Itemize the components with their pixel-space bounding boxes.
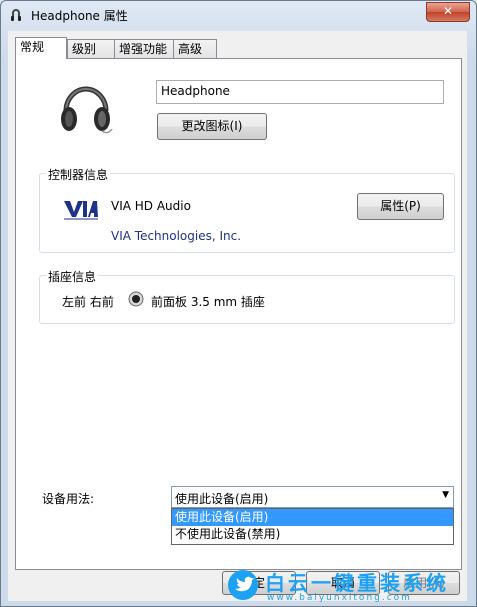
controller-vendor-link[interactable]: VIA Technologies, Inc. <box>111 229 241 243</box>
dialog-body: 常规 级别 增强功能 高级 Headphone 更改图标(I) 控制器信息 VI… <box>8 31 467 601</box>
tab-general[interactable]: 常规 <box>15 37 67 59</box>
via-logo-icon <box>64 201 98 220</box>
change-icon-label: 更改图标(I) <box>181 119 243 133</box>
jack-location: 前面板 3.5 mm 插座 <box>151 295 265 309</box>
general-panel: Headphone 更改图标(I) 控制器信息 VIA HD Audio VIA… <box>15 58 462 570</box>
tab-advanced[interactable]: 高级 <box>173 39 217 58</box>
dropdown-option-enable[interactable]: 使用此设备(启用) <box>172 509 453 526</box>
device-usage-dropdown: 使用此设备(启用) 不使用此设备(禁用) <box>171 508 454 545</box>
jack-group-title: 插座信息 <box>46 268 99 285</box>
device-usage-label: 设备用法: <box>42 492 95 506</box>
watermark: 白云一键重装系统 www.baiyunxitong.com <box>227 567 477 607</box>
title-bar[interactable]: Headphone 属性 ✕ <box>1 1 476 29</box>
jack-info-group: 插座信息 左前 右前 前面板 3.5 mm 插座 <box>39 268 455 324</box>
properties-window: Headphone 属性 ✕ 常规 级别 增强功能 高级 Headphone 更… <box>0 0 477 607</box>
close-button[interactable]: ✕ <box>426 2 470 22</box>
dropdown-option-disable[interactable]: 不使用此设备(禁用) <box>172 526 453 543</box>
device-name-input[interactable]: Headphone <box>156 80 444 104</box>
speaker-icon <box>11 9 21 21</box>
controller-info-group: 控制器信息 VIA HD Audio VIA Technologies, Inc… <box>39 166 455 253</box>
device-usage-value: 使用此设备(启用) <box>175 492 269 506</box>
bird-logo-icon <box>228 570 258 600</box>
tab-label: 级别 <box>72 42 97 56</box>
close-icon: ✕ <box>442 4 454 18</box>
tab-label: 常规 <box>20 40 45 54</box>
window-title: Headphone 属性 <box>31 9 128 23</box>
tab-enhancements[interactable]: 增强功能 <box>114 39 174 58</box>
device-usage-select[interactable]: 使用此设备(启用) ▼ <box>171 486 454 508</box>
tab-label: 高级 <box>178 42 203 56</box>
tab-levels[interactable]: 级别 <box>67 39 115 58</box>
headphone-icon <box>61 86 113 134</box>
jack-connector-icon <box>128 291 144 307</box>
tab-label: 增强功能 <box>119 42 168 56</box>
controller-properties-button[interactable]: 属性(P) <box>357 193 444 220</box>
properties-label: 属性(P) <box>380 199 421 213</box>
via-logo <box>64 198 98 220</box>
watermark-title: 白云一键重装系统 <box>265 571 449 595</box>
controller-name: VIA HD Audio <box>111 199 191 213</box>
controller-group-title: 控制器信息 <box>46 166 111 183</box>
watermark-url: www.baiyunxitong.com <box>267 593 412 603</box>
change-icon-button[interactable]: 更改图标(I) <box>157 113 267 140</box>
jack-channels: 左前 右前 <box>62 295 114 309</box>
device-name-value: Headphone <box>161 84 230 98</box>
chevron-down-icon: ▼ <box>442 490 449 500</box>
